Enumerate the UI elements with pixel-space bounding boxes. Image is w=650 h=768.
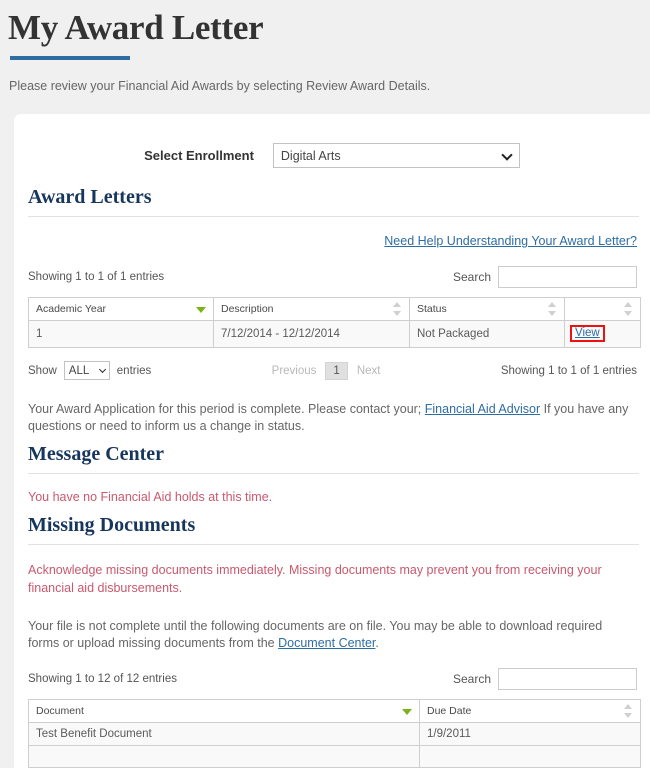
cell-due-date — [420, 746, 641, 768]
award-letters-entries-info-bottom: Showing 1 to 1 of 1 entries — [501, 365, 637, 377]
award-letters-entries-info-top: Showing 1 to 1 of 1 entries — [28, 271, 164, 283]
view-award-letter-link[interactable]: View — [575, 327, 600, 339]
view-link-highlight-box: View — [570, 325, 605, 342]
cell-status: Not Packaged — [410, 321, 565, 348]
cell-due-date: 1/9/2011 — [420, 723, 641, 746]
column-label: Document — [36, 705, 84, 717]
page-title: My Award Letter — [8, 8, 650, 48]
column-label: Due Date — [427, 705, 471, 717]
sort-both-icon — [548, 302, 556, 316]
award-application-note: Your Award Application for this period i… — [28, 401, 639, 435]
page-subtitle: Please review your Financial Aid Awards … — [8, 79, 650, 93]
cell-document: Test Benefit Document — [29, 723, 420, 746]
pagination: Previous 1 Next — [266, 362, 387, 380]
enrollment-selector-row: Select Enrollment Digital Arts — [25, 143, 639, 168]
cell-academic-year: 1 — [29, 321, 214, 348]
content-card: Select Enrollment Digital Arts Award Let… — [14, 114, 650, 768]
pagination-previous[interactable]: Previous — [266, 365, 323, 377]
page-length-select[interactable]: ALL — [64, 361, 110, 380]
sort-both-icon — [624, 704, 632, 718]
help-link-row: Need Help Understanding Your Award Lette… — [25, 232, 639, 250]
enrollment-selected-value: Digital Arts — [281, 149, 341, 163]
enrollment-label: Select Enrollment — [144, 148, 254, 163]
missing-documents-heading: Missing Documents — [28, 514, 639, 545]
note-text-before-link: Your Award Application for this period i… — [28, 402, 421, 416]
award-letters-search-label: Search — [453, 270, 491, 284]
missing-documents-table: Document Due Date Test Benefit Document … — [28, 699, 641, 768]
page-length-value: ALL — [69, 365, 89, 377]
column-label: Description — [221, 303, 274, 315]
missing-documents-search-wrap: Search — [453, 668, 637, 690]
message-center-heading: Message Center — [28, 443, 639, 474]
chevron-down-icon — [501, 149, 512, 160]
chevron-down-icon — [99, 365, 106, 372]
award-letters-table-toolbar: Showing 1 to 1 of 1 entries Search — [25, 266, 639, 288]
page-header: My Award Letter Please review your Finan… — [0, 0, 650, 93]
column-header-description[interactable]: Description — [214, 298, 410, 321]
table-row: Test Benefit Document 1/9/2011 — [29, 723, 641, 746]
column-label: Status — [417, 303, 447, 315]
document-center-link[interactable]: Document Center — [278, 636, 375, 650]
award-letters-table: Academic Year Description Status — [28, 297, 641, 348]
title-accent-rule — [10, 56, 130, 60]
sort-both-icon — [393, 302, 401, 316]
award-letters-heading: Award Letters — [28, 186, 639, 217]
award-letters-table-footer: Show ALL entries Previous 1 Next Showing… — [25, 361, 639, 380]
no-financial-aid-holds-text: You have no Financial Aid holds at this … — [28, 488, 639, 506]
enrollment-select[interactable]: Digital Arts — [273, 143, 520, 168]
cell-document — [29, 746, 420, 768]
column-header-academic-year[interactable]: Academic Year — [29, 298, 214, 321]
show-entries-prefix: Show — [28, 365, 57, 377]
financial-aid-advisor-link[interactable]: Financial Aid Advisor — [425, 402, 540, 416]
pagination-next[interactable]: Next — [351, 365, 387, 377]
missing-documents-note: Your file is not complete until the foll… — [28, 618, 639, 652]
cell-description: 7/12/2014 - 12/12/2014 — [214, 321, 410, 348]
award-letters-table-header-row: Academic Year Description Status — [29, 298, 641, 321]
column-header-action[interactable] — [565, 298, 641, 321]
missing-documents-entries-info: Showing 1 to 12 of 12 entries — [28, 673, 177, 685]
award-letter-help-link[interactable]: Need Help Understanding Your Award Lette… — [384, 234, 637, 248]
show-entries-control: Show ALL entries — [28, 361, 151, 380]
missing-documents-search-input[interactable] — [498, 668, 637, 690]
award-letters-search-input[interactable] — [498, 266, 637, 288]
pagination-page-1[interactable]: 1 — [325, 362, 347, 380]
show-entries-suffix: entries — [117, 365, 152, 377]
missing-documents-search-label: Search — [453, 672, 491, 686]
table-row — [29, 746, 641, 768]
column-header-status[interactable]: Status — [410, 298, 565, 321]
sort-descending-icon — [402, 709, 412, 715]
note-text-after-link: . — [375, 636, 378, 650]
table-row: 1 7/12/2014 - 12/12/2014 Not Packaged Vi… — [29, 321, 641, 348]
award-letters-search-wrap: Search — [453, 266, 637, 288]
column-label: Academic Year — [36, 303, 106, 315]
sort-descending-icon — [196, 307, 206, 313]
missing-documents-table-toolbar: Showing 1 to 12 of 12 entries Search — [25, 668, 639, 690]
cell-action: View — [565, 321, 641, 348]
sort-both-icon — [624, 302, 632, 316]
missing-documents-warning: Acknowledge missing documents immediatel… — [28, 561, 639, 597]
